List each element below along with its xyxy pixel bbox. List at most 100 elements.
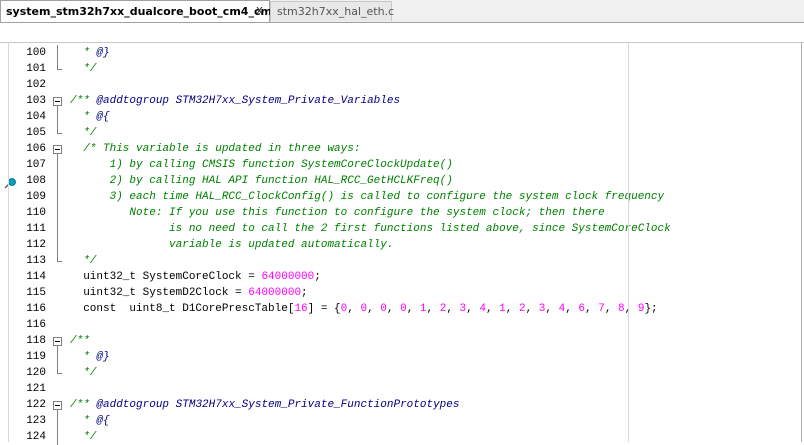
code-token: STM32H7xx_System_Private_Variables [175, 95, 401, 107]
code-token: , [565, 303, 579, 315]
code-line[interactable]: 107 1) by calling CMSIS function SystemC… [0, 157, 800, 173]
code-token: , [367, 303, 381, 315]
code-line[interactable]: 103 /** @addtogroup STM32H7xx_System_Priv… [0, 93, 800, 109]
code-token: /** [70, 399, 97, 411]
code-line[interactable]: 101 */ [0, 61, 800, 77]
code-token: uint32_t SystemD2Clock = [70, 287, 249, 299]
line-number: 113 [26, 255, 46, 267]
code-token: 1 [419, 303, 427, 315]
line-number: 114 [26, 271, 46, 283]
code-line[interactable]: 124 */ [0, 429, 800, 445]
code-line[interactable]: 111 is no need to call the 2 first funct… [0, 221, 800, 237]
code-token: */ [70, 63, 97, 75]
line-number: 110 [26, 207, 46, 219]
fold-guide [52, 365, 64, 381]
code-line[interactable]: 102 [0, 77, 800, 93]
code-token: Note: If you use this function to config… [70, 207, 605, 219]
code-token: 3) each time HAL_RCC_ClockConfig() is ca… [70, 191, 665, 203]
tab-system-stm32h7xx-dualcore[interactable]: system_stm32h7xx_dualcore_boot_cm4_cm7.c… [0, 0, 290, 22]
tab-stm32h7xx-hal-eth[interactable]: stm32h7xx_hal_eth.c [270, 1, 395, 21]
close-icon[interactable]: x [256, 3, 263, 17]
code-token: @addtogroup [96, 95, 170, 107]
code-token: , [505, 303, 519, 315]
code-token: ; [301, 287, 308, 299]
code-token: 7 [598, 303, 605, 315]
code-token: , [525, 303, 539, 315]
code-text: /** [70, 333, 90, 349]
code-token: 4 [479, 303, 486, 315]
code-line[interactable]: 122 /** @addtogroup STM32H7xx_System_Priv… [0, 397, 800, 413]
code-text: is no need to call the 2 first functions… [70, 221, 671, 237]
line-number: 116 [26, 303, 46, 315]
code-token: */ [70, 367, 97, 379]
code-token: @} [96, 47, 110, 59]
code-text: */ [70, 61, 96, 77]
code-line[interactable]: 120 */ [0, 365, 800, 381]
fold-toggle-icon[interactable] [52, 333, 64, 349]
code-line[interactable]: 123 * @{ [0, 413, 800, 429]
code-line[interactable]: 105 */ [0, 125, 800, 141]
line-number: 124 [26, 431, 46, 443]
fold-guide [52, 189, 64, 205]
code-token: * [70, 351, 97, 363]
line-number: 109 [26, 191, 46, 203]
code-line[interactable]: 104 * @{ [0, 109, 800, 125]
code-line[interactable]: 113 */ [0, 253, 800, 269]
tab-label: stm32h7xx_hal_eth.c [277, 5, 395, 18]
line-number: 122 [26, 399, 46, 411]
line-number: 102 [26, 79, 46, 91]
code-line[interactable]: 116 const uint8_t D1CorePrescTable[16] =… [0, 301, 800, 317]
code-token: @{ [96, 111, 110, 123]
line-number: 107 [26, 159, 46, 171]
fold-guide [52, 349, 64, 365]
fold-guide [52, 237, 64, 253]
code-text: * @{ [70, 413, 109, 429]
fold-guide [52, 45, 64, 61]
code-token: 64000000 [261, 271, 315, 283]
code-text: * @{ [70, 109, 110, 125]
code-token: 2 [518, 303, 526, 315]
code-line[interactable]: 118 /** [0, 333, 800, 349]
tab-bar: system_stm32h7xx_dualcore_boot_cm4_cm7.c… [0, 0, 804, 23]
fold-guide [52, 157, 64, 173]
fold-toggle-icon[interactable] [52, 397, 64, 413]
code-line[interactable]: 108 2) by calling HAL API function HAL_R… [0, 173, 800, 189]
code-token: 16 [294, 303, 308, 315]
line-number: 101 [26, 63, 46, 75]
code-text: uint32_t SystemD2Clock = 64000000; [70, 285, 308, 301]
code-line[interactable]: 109 3) each time HAL_RCC_ClockConfig() i… [0, 189, 800, 205]
fold-guide [52, 173, 64, 189]
code-token: ; [314, 271, 321, 283]
code-token: , [386, 303, 401, 315]
code-token: , [426, 303, 440, 315]
code-text: * @} [70, 349, 109, 365]
code-line[interactable]: 119 * @} [0, 349, 800, 365]
code-line[interactable]: 100 * @} [0, 45, 800, 61]
code-token: , [446, 303, 460, 315]
code-text: uint32_t SystemCoreClock = 64000000; [70, 269, 321, 285]
code-line[interactable]: 110 Note: If you use this function to co… [0, 205, 800, 221]
code-text: /* This variable is updated in three way… [70, 141, 360, 157]
line-number: 115 [26, 287, 46, 299]
fold-guide [52, 205, 64, 221]
code-editor[interactable]: 100 * @} 101 */102 103/** @addtogroup STM3… [0, 42, 804, 445]
code-token: , [347, 303, 361, 315]
code-line[interactable]: 114 uint32_t SystemCoreClock = 64000000; [0, 269, 800, 285]
code-line[interactable]: 115 uint32_t SystemD2Clock = 64000000; [0, 285, 800, 301]
line-number: 104 [26, 111, 46, 123]
fold-toggle-icon[interactable] [52, 141, 64, 157]
fold-toggle-icon[interactable] [52, 93, 64, 109]
code-line[interactable]: 121 [0, 381, 800, 397]
code-line[interactable]: 112 variable is updated automatically. [0, 237, 800, 253]
bookmark-icon[interactable] [4, 176, 17, 189]
code-token: }; [644, 303, 658, 315]
code-text: */ [70, 253, 96, 269]
fold-guide [52, 221, 64, 237]
line-number: 103 [26, 95, 46, 107]
line-number: 100 [26, 47, 46, 59]
code-line[interactable]: 116 [0, 317, 800, 333]
line-number: 111 [26, 223, 46, 235]
code-line[interactable]: 106 /* This variable is updated in three… [0, 141, 800, 157]
code-token: 1 [499, 303, 506, 315]
code-token: , [624, 303, 638, 315]
